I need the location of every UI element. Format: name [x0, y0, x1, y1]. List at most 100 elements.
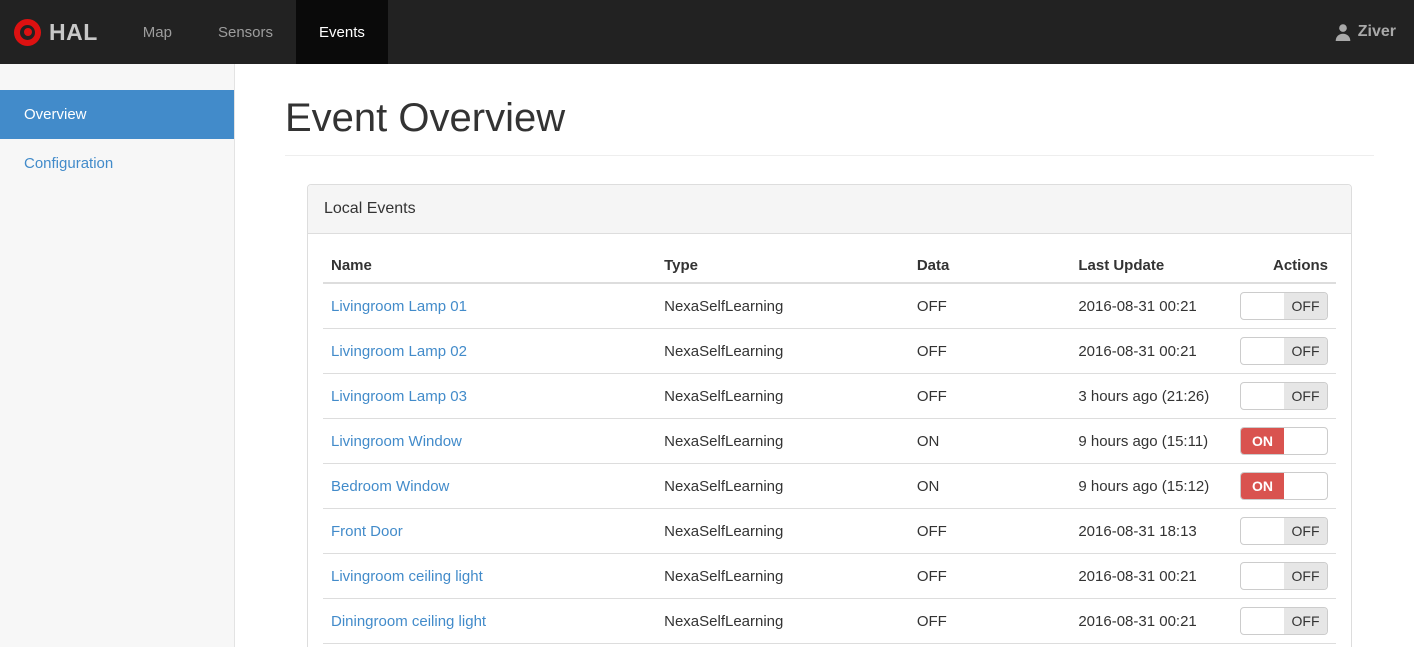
event-name-cell: Livingroom Lamp 01 — [323, 282, 657, 329]
event-actions-cell: ON — [1231, 418, 1336, 464]
event-name-link[interactable]: Diningroom ceiling light — [331, 613, 486, 630]
events-table: Name Type Data Last Update Actions Livin… — [323, 249, 1336, 647]
switch-on-side — [1241, 518, 1284, 544]
table-row: Livingroom Window NexaSelfLearning ON 9 … — [323, 418, 1336, 464]
table-row: Livingroom Lamp 01 NexaSelfLearning OFF … — [323, 282, 1336, 329]
action-switch[interactable]: OFF — [1240, 607, 1328, 635]
action-switch[interactable]: OFF — [1240, 337, 1328, 365]
event-name-cell: Livingroom Lamp 03 — [323, 373, 657, 419]
table-row: Kitchen ceiling light NexaSelfLearning O… — [323, 643, 1336, 647]
event-data-cell: OFF — [908, 282, 1071, 329]
event-last-update-cell: 9 hours ago (15:11) — [1070, 418, 1232, 464]
event-last-update-cell: 2016-08-31 18:13 — [1070, 508, 1232, 554]
event-last-update-cell: 2016-08-31 00:21 — [1070, 553, 1232, 599]
switch-off-side: OFF — [1284, 293, 1327, 319]
table-row: Bedroom Window NexaSelfLearning ON 9 hou… — [323, 463, 1336, 509]
event-name-cell: Bedroom Window — [323, 463, 657, 509]
switch-on-side — [1241, 563, 1284, 589]
action-switch[interactable]: ON — [1240, 427, 1328, 455]
event-data-cell: OFF — [908, 598, 1071, 644]
panel-body: Name Type Data Last Update Actions Livin… — [308, 234, 1351, 647]
header-data: Data — [908, 249, 1071, 284]
event-name-link[interactable]: Livingroom Lamp 03 — [331, 388, 467, 405]
event-name-cell: Diningroom ceiling light — [323, 598, 657, 644]
event-name-cell: Livingroom Window — [323, 418, 657, 464]
nav-item-sensors[interactable]: Sensors — [195, 0, 296, 64]
switch-off-side: OFF — [1284, 608, 1327, 634]
table-row: Diningroom ceiling light NexaSelfLearnin… — [323, 598, 1336, 644]
event-type-cell: NexaSelfLearning — [656, 463, 909, 509]
event-name-cell: Front Door — [323, 508, 657, 554]
action-switch[interactable]: OFF — [1240, 292, 1328, 320]
event-actions-cell: OFF — [1231, 328, 1336, 374]
switch-on-side — [1241, 293, 1284, 319]
event-actions-cell: OFF — [1231, 598, 1336, 644]
event-type-cell: NexaSelfLearning — [656, 553, 909, 599]
top-navbar: HAL Map Sensors Events Ziver — [0, 0, 1414, 64]
table-row: Livingroom Lamp 02 NexaSelfLearning OFF … — [323, 328, 1336, 374]
nav-item-map[interactable]: Map — [120, 0, 195, 64]
event-type-cell: NexaSelfLearning — [656, 508, 909, 554]
user-name: Ziver — [1357, 23, 1396, 40]
switch-on-side — [1241, 608, 1284, 634]
brand-label: HAL — [49, 18, 98, 45]
header-last-update: Last Update — [1070, 249, 1232, 284]
user-menu[interactable]: Ziver — [1334, 0, 1414, 64]
event-actions-cell: OFF — [1231, 553, 1336, 599]
header-actions: Actions — [1231, 249, 1336, 284]
event-name-link[interactable]: Livingroom Lamp 02 — [331, 343, 467, 360]
action-switch[interactable]: ON — [1240, 472, 1328, 500]
switch-off-side — [1284, 473, 1327, 499]
event-last-update-cell: 2016-08-31 00:21 — [1070, 328, 1232, 374]
event-last-update-cell: 2016-08-31 00:21 — [1070, 598, 1232, 644]
main-content: Event Overview Local Events Name Type Da… — [235, 64, 1414, 647]
switch-off-side: OFF — [1284, 563, 1327, 589]
sidebar-item-configuration[interactable]: Configuration — [0, 139, 234, 188]
event-data-cell: OFF — [908, 553, 1071, 599]
event-data-cell: ON — [908, 463, 1071, 509]
person-silhouette-icon — [1335, 24, 1351, 41]
event-name-link[interactable]: Bedroom Window — [331, 478, 449, 495]
table-row: Livingroom Lamp 03 NexaSelfLearning OFF … — [323, 373, 1336, 419]
switch-on-side — [1241, 383, 1284, 409]
event-data-cell: ON — [908, 418, 1071, 464]
sidebar-item-overview[interactable]: Overview — [0, 90, 234, 139]
event-data-cell: OFF — [908, 373, 1071, 419]
switch-on-side: ON — [1241, 473, 1284, 499]
switch-on-side: ON — [1241, 428, 1284, 454]
hal-bullseye-icon — [14, 18, 41, 46]
table-row: Front Door NexaSelfLearning OFF 2016-08-… — [323, 508, 1336, 554]
event-actions-cell: OFF — [1231, 643, 1336, 647]
action-switch[interactable]: OFF — [1240, 517, 1328, 545]
sidebar-item-label: Overview — [24, 106, 87, 123]
event-name-link[interactable]: Front Door — [331, 523, 403, 540]
nav-item-events[interactable]: Events — [296, 0, 388, 64]
event-type-cell: NexaSelfLearning — [656, 282, 909, 329]
switch-off-side: OFF — [1284, 338, 1327, 364]
action-switch[interactable]: OFF — [1240, 382, 1328, 410]
event-type-cell: NexaSelfLearning — [656, 598, 909, 644]
event-data-cell: OFF — [908, 643, 1071, 647]
brand[interactable]: HAL — [0, 0, 110, 64]
sidebar-item-label: Configuration — [24, 155, 114, 172]
event-name-link[interactable]: Livingroom Lamp 01 — [331, 298, 467, 315]
switch-off-side: OFF — [1284, 383, 1327, 409]
event-type-cell: NexaSelfLearning — [656, 373, 909, 419]
header-name: Name — [323, 249, 657, 284]
event-last-update-cell: 3 hours ago (21:26) — [1070, 373, 1232, 419]
header-type: Type — [656, 249, 909, 284]
event-last-update-cell: 2016-08-31 00:21 — [1070, 643, 1232, 647]
event-name-link[interactable]: Livingroom ceiling light — [331, 568, 483, 585]
primary-nav: Map Sensors Events — [120, 0, 388, 64]
event-name-cell: Livingroom ceiling light — [323, 553, 657, 599]
event-name-link[interactable]: Livingroom Window — [331, 433, 462, 450]
event-actions-cell: OFF — [1231, 373, 1336, 419]
page-title: Event Overview — [285, 88, 1374, 156]
action-switch[interactable]: OFF — [1240, 562, 1328, 590]
switch-off-side — [1284, 428, 1327, 454]
switch-on-side — [1241, 338, 1284, 364]
event-actions-cell: OFF — [1231, 508, 1336, 554]
event-type-cell: NexaSelfLearning — [656, 418, 909, 464]
event-type-cell: NexaSelfLearning — [656, 328, 909, 374]
events-table-body: Livingroom Lamp 01 NexaSelfLearning OFF … — [323, 282, 1336, 647]
